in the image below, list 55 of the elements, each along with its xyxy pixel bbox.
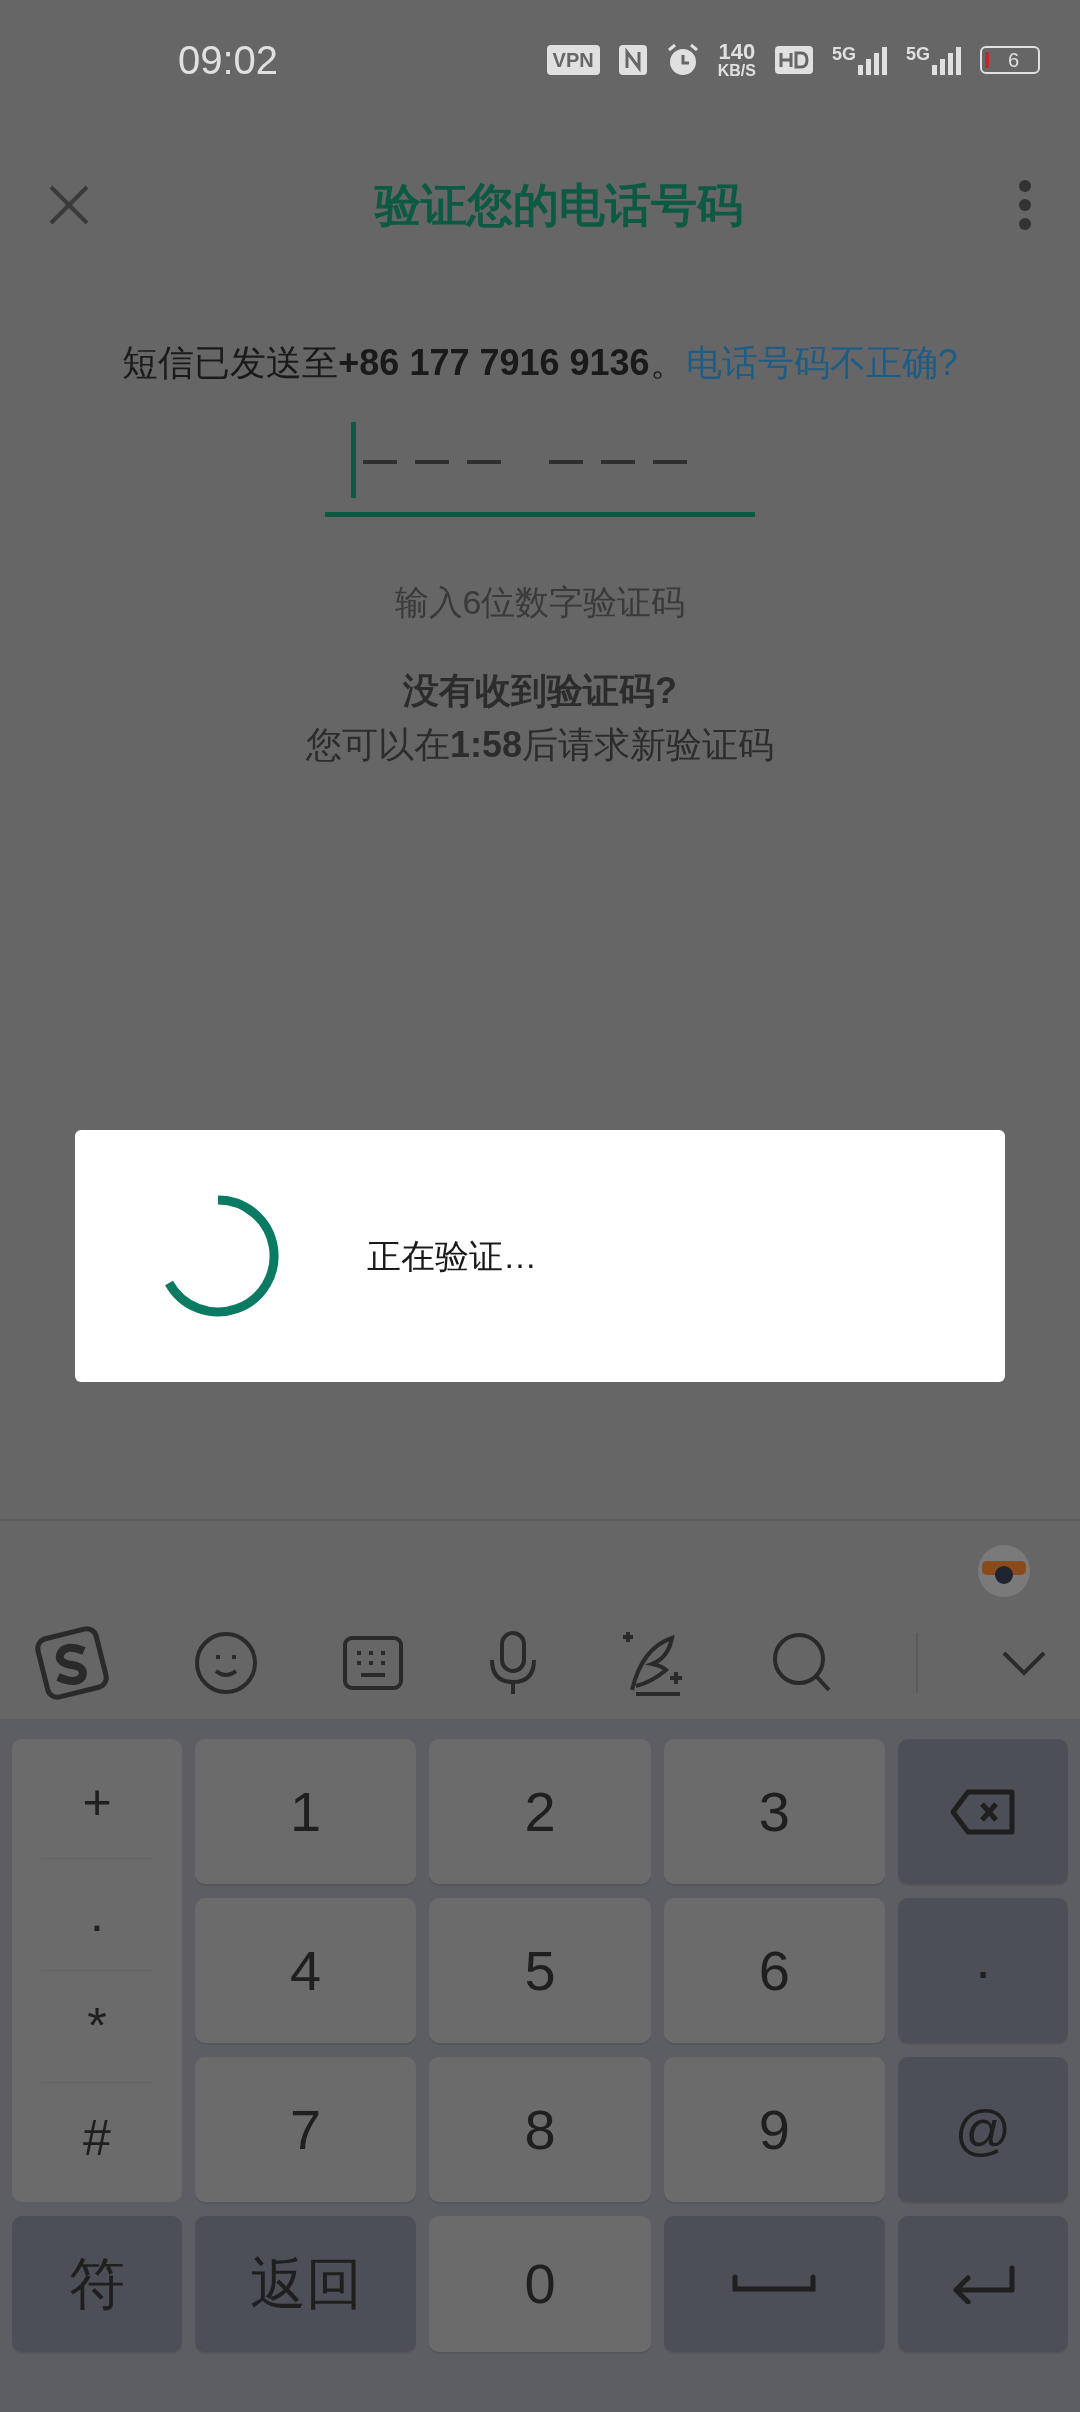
keyboard-key[interactable]: ·	[898, 1898, 1068, 2043]
resend-timer-text: 您可以在1:58后请求新验证码	[305, 723, 775, 767]
keyboard-key[interactable]: 2	[429, 1739, 651, 1884]
code-slot	[601, 460, 635, 464]
symbol-key[interactable]: #	[42, 2083, 152, 2194]
dialog-message: 正在验证…	[367, 1235, 537, 1277]
microphone-icon[interactable]	[488, 1630, 538, 1696]
sogou-logo-icon[interactable]	[34, 1625, 110, 1701]
keyboard-key[interactable]: 7	[195, 2057, 417, 2202]
keyboard-key[interactable]: 0	[429, 2216, 651, 2352]
keyboard-key[interactable]: 返回	[195, 2216, 417, 2352]
keyboard-icon[interactable]	[342, 1635, 404, 1691]
code-slot	[549, 460, 583, 464]
vpn-badge: VPN	[546, 45, 600, 75]
keyboard-key[interactable]: 1	[195, 1739, 417, 1884]
sms-message: 短信已发送至+86 177 7916 9136。电话号码不正确?	[122, 341, 958, 385]
network-label: 5G	[831, 45, 856, 63]
keyboard-key[interactable]: 3	[663, 1739, 885, 1884]
keyboard-key[interactable]: 4	[195, 1898, 417, 2043]
code-slot	[467, 460, 501, 464]
emoji-icon[interactable]	[194, 1631, 258, 1695]
backspace-icon	[950, 1788, 1016, 1835]
code-slot	[653, 460, 687, 464]
speed-value: 140	[718, 41, 756, 63]
keyboard-key[interactable]	[898, 2216, 1068, 2352]
close-icon[interactable]	[48, 184, 90, 226]
keyboard-key[interactable]	[663, 2216, 885, 2352]
keyboard-key[interactable]: 9	[663, 2057, 885, 2202]
signal-icon	[932, 45, 962, 75]
signal-icon	[858, 45, 888, 75]
resend-title: 没有收到验证码?	[403, 669, 677, 713]
nfc-icon	[617, 44, 648, 76]
code-slot	[363, 460, 397, 464]
keyboard-key[interactable]: @	[898, 2057, 1068, 2202]
status-time: 09:02	[178, 37, 279, 84]
enter-icon	[950, 2264, 1016, 2304]
space-icon	[732, 2274, 817, 2294]
keyboard-key[interactable]: 5	[429, 1898, 651, 2043]
symbol-key[interactable]: .	[42, 1859, 152, 1971]
keyboard-key[interactable]: 8	[429, 2057, 651, 2202]
keyboard-key[interactable]: 6	[663, 1898, 885, 2043]
collapse-chevron-icon[interactable]	[1002, 1650, 1046, 1676]
menu-icon[interactable]	[1018, 180, 1032, 230]
alarm-icon	[665, 43, 700, 77]
speed-unit: KB/S	[717, 63, 756, 79]
code-slot	[415, 460, 449, 464]
hd-icon	[773, 45, 814, 75]
page-title: 验证您的电话号码	[373, 177, 744, 233]
symbol-key[interactable]: *	[42, 1971, 152, 2083]
search-icon[interactable]	[772, 1632, 832, 1694]
battery-indicator: 6	[980, 46, 1040, 74]
keyboard-key[interactable]: 符	[12, 2216, 182, 2352]
keyboard-key[interactable]	[898, 1739, 1068, 1884]
symbol-key[interactable]: +	[42, 1747, 152, 1859]
network-label: 5G	[906, 45, 930, 63]
